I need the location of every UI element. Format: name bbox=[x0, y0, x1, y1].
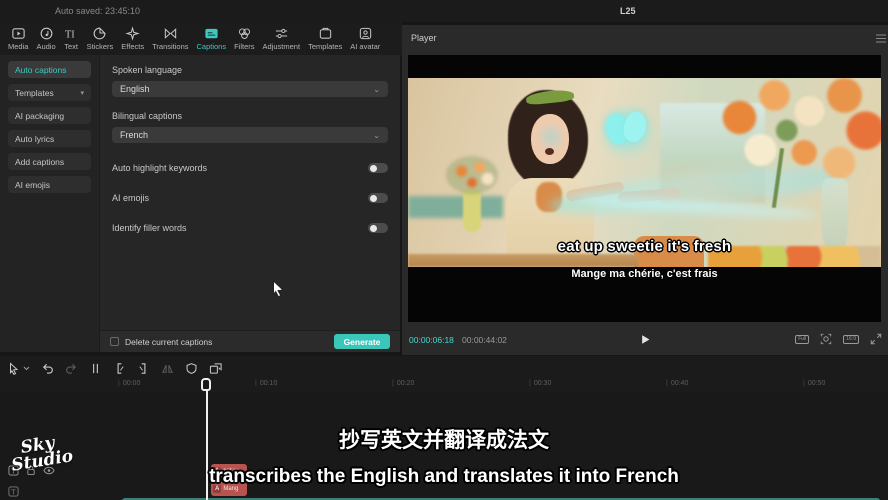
total-duration: 00:00:44:02 bbox=[462, 335, 507, 345]
chevron-down-icon: ⌄ bbox=[373, 85, 380, 94]
identify-filler-words-toggle[interactable] bbox=[368, 223, 388, 233]
adjustment-icon bbox=[274, 26, 289, 41]
right-bouquet bbox=[708, 78, 881, 202]
captions-panel-footer: Delete current captions Generate bbox=[100, 330, 400, 352]
ai-emojis-toggle[interactable] bbox=[368, 193, 388, 203]
toolbar-item-media[interactable]: Media bbox=[4, 22, 32, 55]
toolbar-item-templates[interactable]: Templates bbox=[304, 22, 346, 55]
preview-quality-icon[interactable]: Full bbox=[795, 335, 809, 344]
play-button[interactable] bbox=[639, 333, 652, 346]
timeline-ruler[interactable]: |00:00 |00:10 |00:20 |00:30 |00:40 |00:5… bbox=[0, 378, 888, 392]
autosave-status: Auto saved: 23:45:10 bbox=[55, 6, 140, 16]
audio-icon bbox=[39, 26, 54, 41]
captions-panel: Auto captions Templates▾ AI packaging Au… bbox=[0, 55, 400, 352]
generate-button[interactable]: Generate bbox=[334, 334, 390, 349]
top-bar: Auto saved: 23:45:10 L25 bbox=[0, 0, 888, 22]
toggle-row-ai-emojis: AI emojis bbox=[112, 193, 388, 203]
captions-sidebar: Auto captions Templates▾ AI packaging Au… bbox=[0, 55, 100, 352]
sidebar-item-ai-packaging[interactable]: AI packaging bbox=[8, 107, 91, 124]
fullscreen-icon[interactable] bbox=[870, 333, 882, 345]
player-controls: 00:00:06:18 00:00:44:02 Full 16:9 bbox=[402, 325, 888, 355]
delete-left-icon[interactable] bbox=[113, 362, 126, 375]
spoken-language-select[interactable]: English ⌄ bbox=[112, 81, 388, 97]
menu-icon[interactable] bbox=[876, 34, 886, 43]
chevron-down-icon: ⌄ bbox=[373, 131, 380, 140]
timeline-toolbar bbox=[8, 359, 223, 377]
sidebar-item-auto-lyrics[interactable]: Auto lyrics bbox=[8, 130, 91, 147]
ai-avatar-icon bbox=[358, 26, 373, 41]
filters-icon bbox=[237, 26, 252, 41]
toolbar-item-text[interactable]: TI Text bbox=[60, 22, 83, 55]
effects-icon bbox=[125, 26, 140, 41]
player-title: Player bbox=[411, 33, 437, 43]
toggle-row-filler-words: Identify filler words bbox=[112, 223, 388, 233]
sidebar-item-ai-emojis[interactable]: AI emojis bbox=[8, 176, 91, 193]
woman-mouth bbox=[545, 148, 554, 155]
overlay-icon[interactable] bbox=[209, 362, 223, 375]
delete-current-captions-label: Delete current captions bbox=[125, 337, 212, 347]
auto-highlight-keywords-toggle[interactable] bbox=[368, 163, 388, 173]
toolbar-item-adjustment[interactable]: Adjustment bbox=[259, 22, 305, 55]
transitions-icon bbox=[163, 26, 178, 41]
toolbar-item-ai-avatar[interactable]: AI avatar bbox=[346, 22, 384, 55]
current-time: 00:00:06:18 bbox=[409, 335, 454, 345]
playhead-handle[interactable] bbox=[201, 378, 211, 391]
aspect-ratio-icon[interactable]: 16:9 bbox=[843, 335, 859, 344]
delete-current-captions-checkbox[interactable] bbox=[110, 337, 119, 346]
mirror-icon[interactable] bbox=[161, 362, 174, 375]
toolbar-item-captions[interactable]: Captions bbox=[193, 22, 231, 55]
sidebar-item-templates[interactable]: Templates▾ bbox=[8, 84, 91, 101]
templates-icon bbox=[318, 26, 333, 41]
toolbar-item-stickers[interactable]: Stickers bbox=[83, 22, 118, 55]
burned-subtitle-english: transcribes the English and translates i… bbox=[0, 466, 888, 488]
mouse-cursor bbox=[272, 280, 286, 298]
toolbar-item-filters[interactable]: Filters bbox=[230, 22, 258, 55]
media-icon bbox=[11, 26, 26, 41]
toolbar-item-transitions[interactable]: Transitions bbox=[148, 22, 192, 55]
spoken-language-label: Spoken language bbox=[112, 65, 388, 75]
left-vase bbox=[463, 190, 481, 232]
split-icon[interactable] bbox=[89, 362, 102, 375]
bilingual-captions-label: Bilingual captions bbox=[112, 111, 388, 121]
toolbar-item-effects[interactable]: Effects bbox=[117, 22, 148, 55]
redo-icon[interactable] bbox=[65, 362, 78, 375]
svg-text:T: T bbox=[11, 487, 16, 496]
video-editor-app: Auto saved: 23:45:10 L25 Media Audio TI … bbox=[0, 0, 888, 500]
video-preview[interactable]: eat up sweetie it's fresh Mange ma chéri… bbox=[408, 55, 881, 322]
toolbar-item-audio[interactable]: Audio bbox=[32, 22, 59, 55]
mask-icon[interactable] bbox=[185, 362, 198, 375]
focus-icon[interactable] bbox=[820, 333, 832, 345]
main-toolbar: Media Audio TI Text Stickers Effects Tra… bbox=[0, 22, 402, 55]
bilingual-captions-select[interactable]: French ⌄ bbox=[112, 127, 388, 143]
select-cursor-icon[interactable] bbox=[8, 362, 30, 375]
player-panel: Player bbox=[402, 25, 888, 355]
undo-icon[interactable] bbox=[41, 362, 54, 375]
text-icon: TI bbox=[64, 26, 79, 41]
video-caption-secondary: Mange ma chérie, c'est frais bbox=[408, 268, 881, 280]
player-header: Player bbox=[402, 25, 888, 53]
sidebar-item-add-captions[interactable]: Add captions bbox=[8, 153, 91, 170]
delete-right-icon[interactable] bbox=[137, 362, 150, 375]
captions-icon bbox=[204, 26, 219, 41]
auto-captions-form: Spoken language English ⌄ Bilingual capt… bbox=[100, 55, 400, 330]
toggle-row-auto-highlight: Auto highlight keywords bbox=[112, 163, 388, 173]
burned-subtitle-chinese: 抄写英文并翻译成法文 bbox=[0, 424, 888, 454]
chevron-down-icon: ▾ bbox=[80, 89, 84, 97]
svg-text:TI: TI bbox=[65, 29, 75, 40]
stickers-icon bbox=[92, 26, 107, 41]
sidebar-item-auto-captions[interactable]: Auto captions bbox=[8, 61, 91, 78]
video-caption-primary: eat up sweetie it's fresh bbox=[408, 238, 881, 255]
project-title: L25 bbox=[620, 6, 636, 16]
